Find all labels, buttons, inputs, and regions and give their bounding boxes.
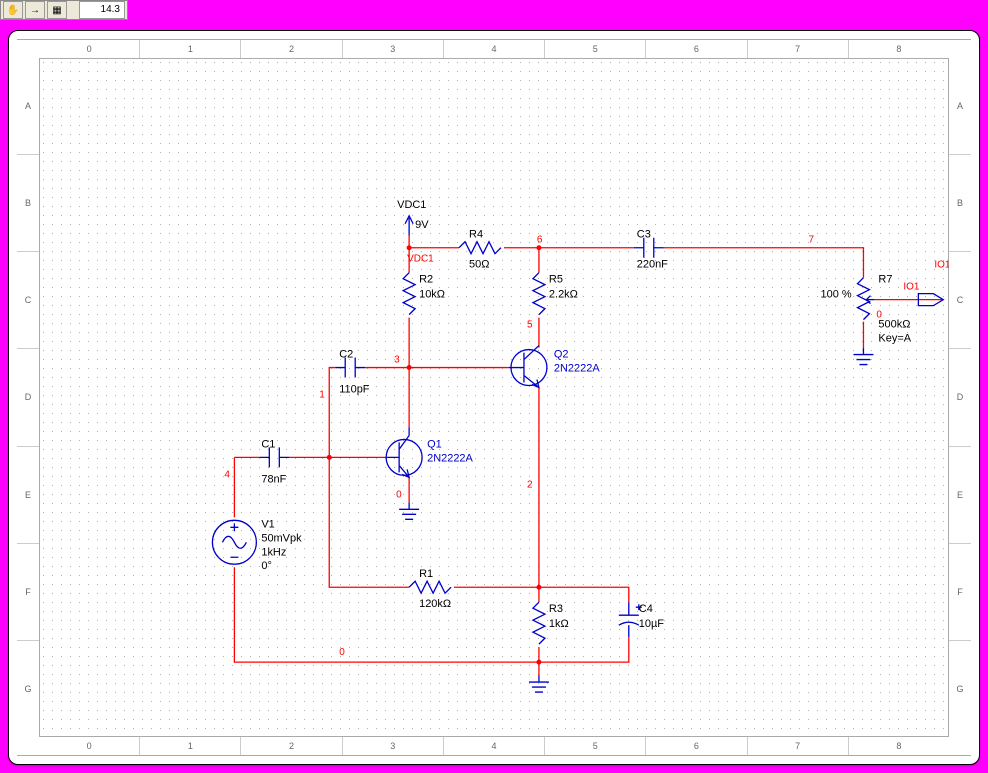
net-io1: IO1 — [934, 260, 949, 271]
net-2: 2 — [527, 479, 533, 490]
r7-potentiometer[interactable] — [857, 278, 874, 320]
c2-value: 110pF — [339, 384, 370, 396]
c4-name: C4 — [639, 603, 653, 615]
schematic-svg: VDC1 9V VDC1 R4 50Ω C3 220nF R2 10kΩ R5 … — [39, 58, 949, 737]
r4-name: R4 — [469, 229, 483, 241]
c2-name: C2 — [339, 349, 353, 361]
r7-key: Key=A — [878, 333, 911, 345]
ruler-top: 012345678 — [39, 40, 949, 59]
net-7: 7 — [809, 235, 815, 246]
r1-name: R1 — [419, 568, 433, 580]
ruler-right: ABCDEFG — [948, 58, 971, 737]
r5-resistor[interactable] — [533, 273, 545, 315]
net-1: 1 — [319, 389, 325, 400]
v1-name: V1 — [261, 518, 274, 530]
r7-name: R7 — [878, 274, 892, 286]
c1-value: 78nF — [261, 473, 286, 485]
ground-r7[interactable] — [853, 348, 873, 365]
net-4: 4 — [224, 469, 230, 480]
r3-resistor[interactable] — [533, 602, 545, 644]
v1-freq: 1kHz — [261, 546, 286, 558]
schematic-sheet: 012345678 012345678 ABCDEFG ABCDEFG — [8, 30, 980, 765]
vdc1-source[interactable] — [405, 216, 413, 236]
r4-resistor[interactable] — [459, 242, 501, 254]
r5-name: R5 — [549, 274, 563, 286]
grab-tool-button[interactable]: ✋ — [3, 1, 23, 19]
r4-value: 50Ω — [469, 259, 489, 271]
r7-pct: 100 % — [821, 289, 852, 301]
vdc1-value: 9V — [415, 219, 429, 231]
r7-value: 500kΩ — [878, 319, 910, 331]
net-0b: 0 — [876, 310, 882, 321]
ground-bottom[interactable] — [529, 675, 549, 692]
c3-name: C3 — [637, 229, 651, 241]
ruler-bottom: 012345678 — [39, 736, 949, 755]
c1-name: C1 — [261, 438, 275, 450]
q2-name: Q2 — [554, 349, 569, 361]
c3-value: 220nF — [637, 259, 668, 271]
component-tool-button[interactable]: ▦ — [47, 1, 67, 19]
zoom-value-input[interactable]: 14.3 — [79, 1, 125, 19]
toolbar: ✋ → ▦ 14.3 — [0, 0, 128, 20]
net-5: 5 — [527, 320, 533, 331]
q1-model: 2N2222A — [427, 452, 473, 464]
r1-value: 120kΩ — [419, 598, 451, 610]
io1-name: IO1 — [903, 282, 920, 293]
ruler-left: ABCDEFG — [17, 58, 40, 737]
r5-value: 2.2kΩ — [549, 289, 578, 301]
q2-transistor[interactable] — [509, 346, 547, 388]
q1-transistor[interactable] — [386, 427, 422, 477]
arrow-tool-button[interactable]: → — [25, 1, 45, 19]
v1-amp: 50mVpk — [261, 532, 302, 544]
r2-value: 10kΩ — [419, 289, 445, 301]
v1-phase: 0° — [261, 560, 272, 572]
r3-name: R3 — [549, 603, 563, 615]
net-0c: 0 — [339, 647, 345, 658]
schematic-canvas[interactable]: VDC1 9V VDC1 R4 50Ω C3 220nF R2 10kΩ R5 … — [39, 58, 949, 737]
ground-q1[interactable] — [399, 502, 419, 519]
net-6: 6 — [537, 235, 543, 246]
q1-name: Q1 — [427, 438, 442, 450]
net-3: 3 — [394, 355, 400, 366]
r3-value: 1kΩ — [549, 618, 569, 630]
r2-name: R2 — [419, 274, 433, 286]
q2-model: 2N2222A — [554, 363, 600, 375]
r2-resistor[interactable] — [403, 273, 415, 315]
net-vdc1: VDC1 — [407, 254, 434, 265]
net-0a: 0 — [396, 489, 402, 500]
c4-value: 10µF — [639, 618, 665, 630]
r1-resistor[interactable] — [409, 581, 451, 593]
vdc1-name: VDC1 — [397, 199, 426, 211]
v1-source[interactable] — [212, 520, 256, 564]
